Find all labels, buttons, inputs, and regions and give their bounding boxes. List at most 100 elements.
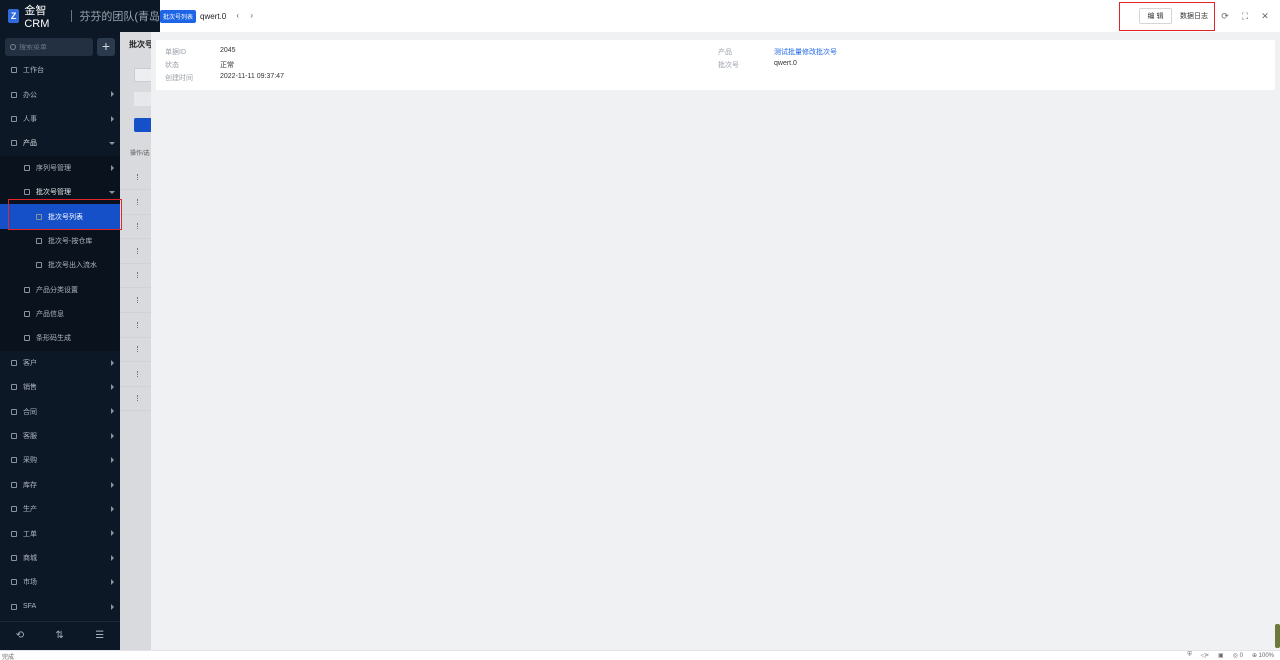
history-icon[interactable]: ⟲	[16, 630, 24, 641]
briefcase-icon[interactable]: ▣	[1218, 652, 1224, 659]
sidebar-item[interactable]: 生产	[0, 497, 120, 521]
sidebar-item-label: 工单	[23, 530, 37, 538]
zoom[interactable]: ⊕ 100%	[1252, 652, 1274, 659]
more-icon	[137, 174, 138, 180]
caret-right-icon	[111, 506, 114, 513]
sidebar-item[interactable]: 批次号列表	[0, 204, 120, 229]
menu-item-icon	[11, 384, 17, 391]
more-icon	[137, 272, 138, 279]
next-record-icon[interactable]: ›	[246, 11, 257, 22]
scroll-handle[interactable]	[1275, 624, 1280, 648]
menu-toggle-icon[interactable]: ☰	[95, 630, 104, 641]
menu-item-icon	[24, 311, 30, 318]
edit-button[interactable]: 编 辑	[1139, 8, 1172, 24]
background-table-row	[120, 191, 151, 215]
sidebar-item[interactable]: 产品分类设置	[0, 277, 120, 302]
record-title: qwert.0	[200, 11, 227, 21]
status-bar: 完成 ⛨ ◁× ▣ ◎ 0 ⊕ 100%	[0, 650, 1280, 660]
sidebar-item[interactable]: 批次号管理	[0, 179, 120, 205]
counter-icon: ◎	[1232, 653, 1238, 659]
menu-item-icon	[11, 555, 17, 561]
field-label: 创建时间	[165, 75, 193, 82]
sidebar-item[interactable]: 人事	[0, 107, 120, 131]
sidebar-item-label: 条形码生成	[36, 335, 71, 343]
field-value: 2045	[220, 47, 236, 54]
prev-record-icon[interactable]: ‹	[232, 11, 243, 22]
caret-right-icon	[111, 530, 114, 537]
sidebar-item[interactable]: 条形码生成	[0, 326, 120, 351]
brand-name: 金智CRM	[24, 5, 50, 30]
sidebar-item[interactable]: 序列号管理	[0, 155, 120, 180]
menu-item-icon	[11, 603, 17, 610]
sidebar-item[interactable]: 办公	[0, 82, 120, 106]
sidebar-item[interactable]: 销售	[0, 375, 120, 399]
menu-search[interactable]	[5, 38, 93, 56]
sidebar-item[interactable]: 市场	[0, 570, 120, 594]
field-value: 2022-11-11 09:37:47	[220, 73, 284, 80]
background-page: 批次号 操作/选	[120, 32, 154, 650]
refresh-icon[interactable]: ⟳	[1220, 11, 1230, 21]
sidebar-item-label: 客服	[23, 433, 37, 441]
sidebar-item-label: 客户	[23, 359, 37, 367]
sort-icon[interactable]: ⇅	[56, 630, 64, 641]
sidebar: + 工作台办公人事产品序列号管理批次号管理批次号列表批次号-按仓库批次号出入流水…	[0, 0, 120, 650]
add-button[interactable]: +	[97, 38, 115, 56]
field-label: 单据ID	[165, 49, 186, 56]
more-icon	[137, 198, 138, 205]
sidebar-item[interactable]: 批次号-按仓库	[0, 228, 120, 254]
field-label: 批次号	[718, 62, 739, 69]
caret-down-icon	[109, 190, 115, 194]
menu-item-icon	[36, 237, 42, 244]
caret-down-icon	[109, 142, 115, 146]
caret-right-icon	[111, 359, 114, 366]
menu-item-icon	[11, 408, 17, 415]
sidebar-item[interactable]: SFA	[0, 595, 120, 619]
sidebar-item[interactable]: 产品信息	[0, 301, 120, 327]
sidebar-item[interactable]: 库存	[0, 473, 120, 497]
zoom-icon: ⊕	[1251, 653, 1257, 659]
background-table-row	[120, 264, 151, 289]
caret-right-icon	[111, 554, 114, 561]
sidebar-item-label: 批次号列表	[48, 213, 83, 221]
header-actions: 编 辑 数据日志 ⟳ ⛶ ✕	[1139, 0, 1280, 32]
sidebar-item[interactable]: 合同	[0, 399, 120, 423]
sidebar-item[interactable]: 客服	[0, 424, 120, 448]
module-tag: 批次号列表	[160, 9, 197, 23]
background-table-row	[120, 166, 151, 190]
sidebar-item[interactable]: 批次号出入流水	[0, 253, 120, 278]
sidebar-item-label: 批次号管理	[36, 189, 71, 197]
sidebar-item[interactable]: 商城	[0, 546, 120, 570]
caret-right-icon	[111, 91, 114, 98]
sidebar-item[interactable]: 客户	[0, 351, 120, 375]
menu-item-icon	[24, 286, 30, 293]
sidebar-item[interactable]: 工作台	[0, 58, 120, 82]
sidebar-item[interactable]: 工单	[0, 521, 120, 545]
menu-item-icon	[11, 115, 17, 122]
background-table-row	[120, 240, 151, 264]
data-log-button[interactable]: 数据日志	[1180, 11, 1208, 21]
sidebar-item[interactable]: 采购	[0, 448, 120, 472]
fullscreen-icon[interactable]: ⛶	[1240, 11, 1250, 21]
mute-icon[interactable]: ◁×	[1201, 652, 1209, 659]
search-icon	[10, 44, 16, 50]
close-icon[interactable]: ✕	[1260, 11, 1270, 21]
more-icon	[137, 247, 138, 254]
field-value: qwert.0	[774, 60, 797, 67]
sidebar-item-label: 销售	[23, 384, 37, 392]
shield-icon[interactable]: ⛨	[1187, 652, 1192, 659]
caret-right-icon	[111, 384, 114, 391]
sidebar-item-label: 序列号管理	[36, 164, 71, 172]
sidebar-item-label: 产品信息	[36, 311, 64, 319]
team-name[interactable]: 芬芬的团队(青岛	[79, 8, 160, 24]
sidebar-item-label: 产品	[23, 140, 37, 148]
field-value: 正常	[220, 62, 234, 69]
sidebar-item[interactable]: 产品	[0, 131, 120, 155]
product-link[interactable]: 测试批量修改批次号	[774, 47, 837, 57]
menu-item-icon	[11, 359, 17, 366]
menu-item-icon	[11, 67, 17, 74]
counter[interactable]: ◎ 0	[1233, 652, 1243, 659]
caret-right-icon	[111, 432, 114, 439]
menu-item-icon	[24, 335, 30, 342]
counter-value: 0	[1239, 653, 1243, 659]
menu-search-input[interactable]	[19, 43, 89, 51]
